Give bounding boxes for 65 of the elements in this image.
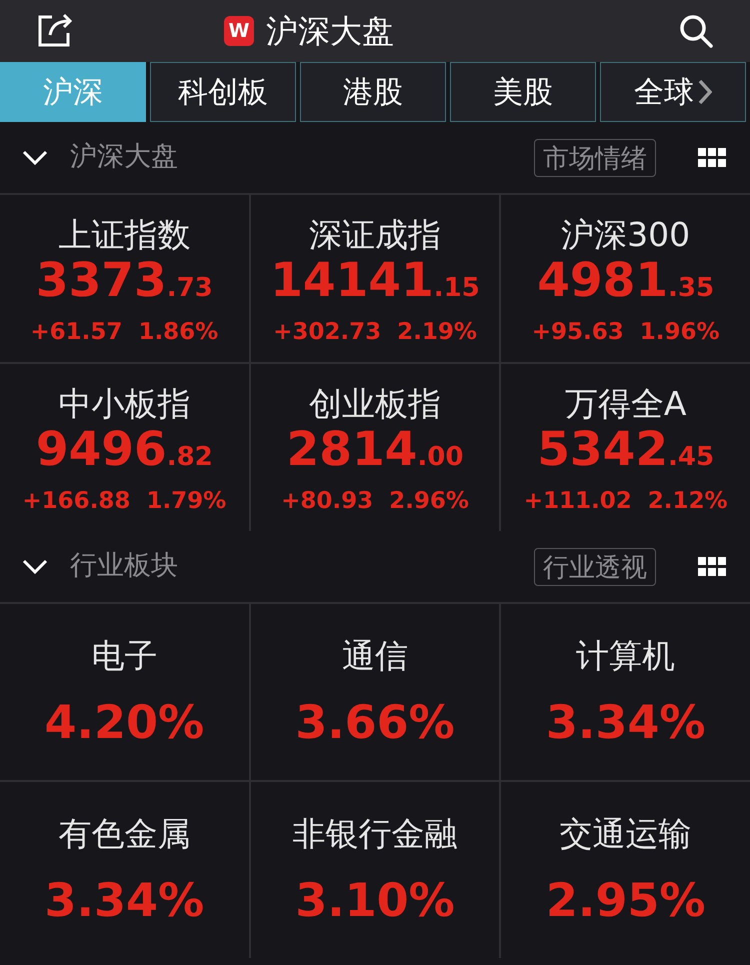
sector-name: 非银行金融 (292, 814, 458, 854)
index-name: 万得全A (564, 384, 686, 424)
sector-percent: 2.95% (546, 874, 706, 926)
change-percent: 2.12% (648, 486, 728, 516)
change-value: +80.93 (281, 486, 374, 516)
index-card[interactable]: 深证成指 14141.15 +302.73 2.19% (250, 195, 500, 362)
index-card[interactable]: 万得全A 5342.45 +111.02 2.12% (501, 364, 750, 531)
sector-percent: 4.20% (44, 696, 204, 748)
market-tab[interactable]: 美股 (450, 62, 596, 122)
page-title: 沪深大盘 (266, 11, 394, 52)
chevron-down-icon[interactable] (22, 558, 48, 574)
sector-card[interactable]: 通信 3.66% (250, 604, 500, 780)
section-title: 行业板块 (70, 549, 178, 584)
change-value: +61.57 (30, 318, 122, 346)
sector-name: 电子 (91, 636, 158, 676)
index-name: 深证成指 (308, 214, 441, 254)
sector-percent: 3.34% (546, 696, 706, 748)
sector-card[interactable]: 交通运输 2.95% (501, 782, 750, 958)
chevron-right-icon (698, 79, 712, 105)
sector-percent: 3.34% (44, 874, 204, 926)
change-percent: 1.96% (640, 318, 720, 346)
change-value: +302.73 (273, 318, 382, 346)
market-tab[interactable]: 科创板 (150, 62, 296, 122)
change-value: +111.02 (524, 486, 632, 516)
sector-name: 交通运输 (560, 814, 692, 854)
chevron-down-icon[interactable] (22, 150, 48, 166)
index-card[interactable]: 创业板指 2814.00 +80.93 2.96% (250, 364, 500, 531)
index-value: 3373.73 (36, 254, 213, 310)
change-value: +95.63 (532, 318, 624, 346)
grid-icon[interactable] (698, 556, 728, 576)
sector-card[interactable]: 非银行金融 3.10% (250, 782, 500, 958)
change-percent: 2.96% (389, 486, 469, 516)
index-card[interactable]: 沪深300 4981.35 +95.63 1.96% (501, 195, 750, 362)
index-name: 创业板指 (308, 384, 441, 424)
sector-card[interactable]: 计算机 3.34% (501, 604, 750, 780)
change-percent: 1.79% (146, 486, 226, 516)
change-value: +166.88 (22, 486, 130, 516)
index-value: 5342.45 (537, 424, 714, 478)
section-action-button[interactable]: 市场情绪 (534, 138, 656, 176)
change-percent: 1.86% (138, 318, 218, 346)
section-action-button[interactable]: 行业透视 (534, 548, 656, 586)
index-card[interactable]: 上证指数 3373.73 +61.57 1.86% (0, 195, 249, 362)
index-name: 沪深300 (561, 214, 690, 254)
grid-icon[interactable] (698, 148, 728, 168)
market-tab[interactable]: 全球 (600, 62, 746, 122)
sector-name: 通信 (342, 636, 408, 676)
share-icon[interactable] (36, 13, 74, 49)
index-value: 9496.82 (36, 424, 213, 478)
sector-name: 计算机 (576, 636, 676, 676)
search-icon[interactable] (678, 13, 714, 49)
index-name: 上证指数 (58, 214, 190, 254)
index-card[interactable]: 中小板指 9496.82 +166.88 1.79% (0, 364, 249, 531)
index-name: 中小板指 (58, 384, 190, 424)
section-title: 沪深大盘 (70, 140, 178, 174)
app-logo: W (224, 16, 254, 46)
market-tab[interactable]: 港股 (300, 62, 446, 122)
change-percent: 2.19% (397, 318, 477, 346)
index-value: 14141.15 (270, 254, 480, 310)
sector-card[interactable]: 有色金属 3.34% (0, 782, 249, 958)
sector-percent: 3.66% (295, 696, 455, 748)
index-value: 2814.00 (286, 424, 464, 478)
sector-card[interactable]: 电子 4.20% (0, 604, 249, 780)
sector-percent: 3.10% (295, 874, 455, 926)
sector-name: 有色金属 (58, 814, 190, 854)
index-value: 4981.35 (537, 254, 714, 310)
